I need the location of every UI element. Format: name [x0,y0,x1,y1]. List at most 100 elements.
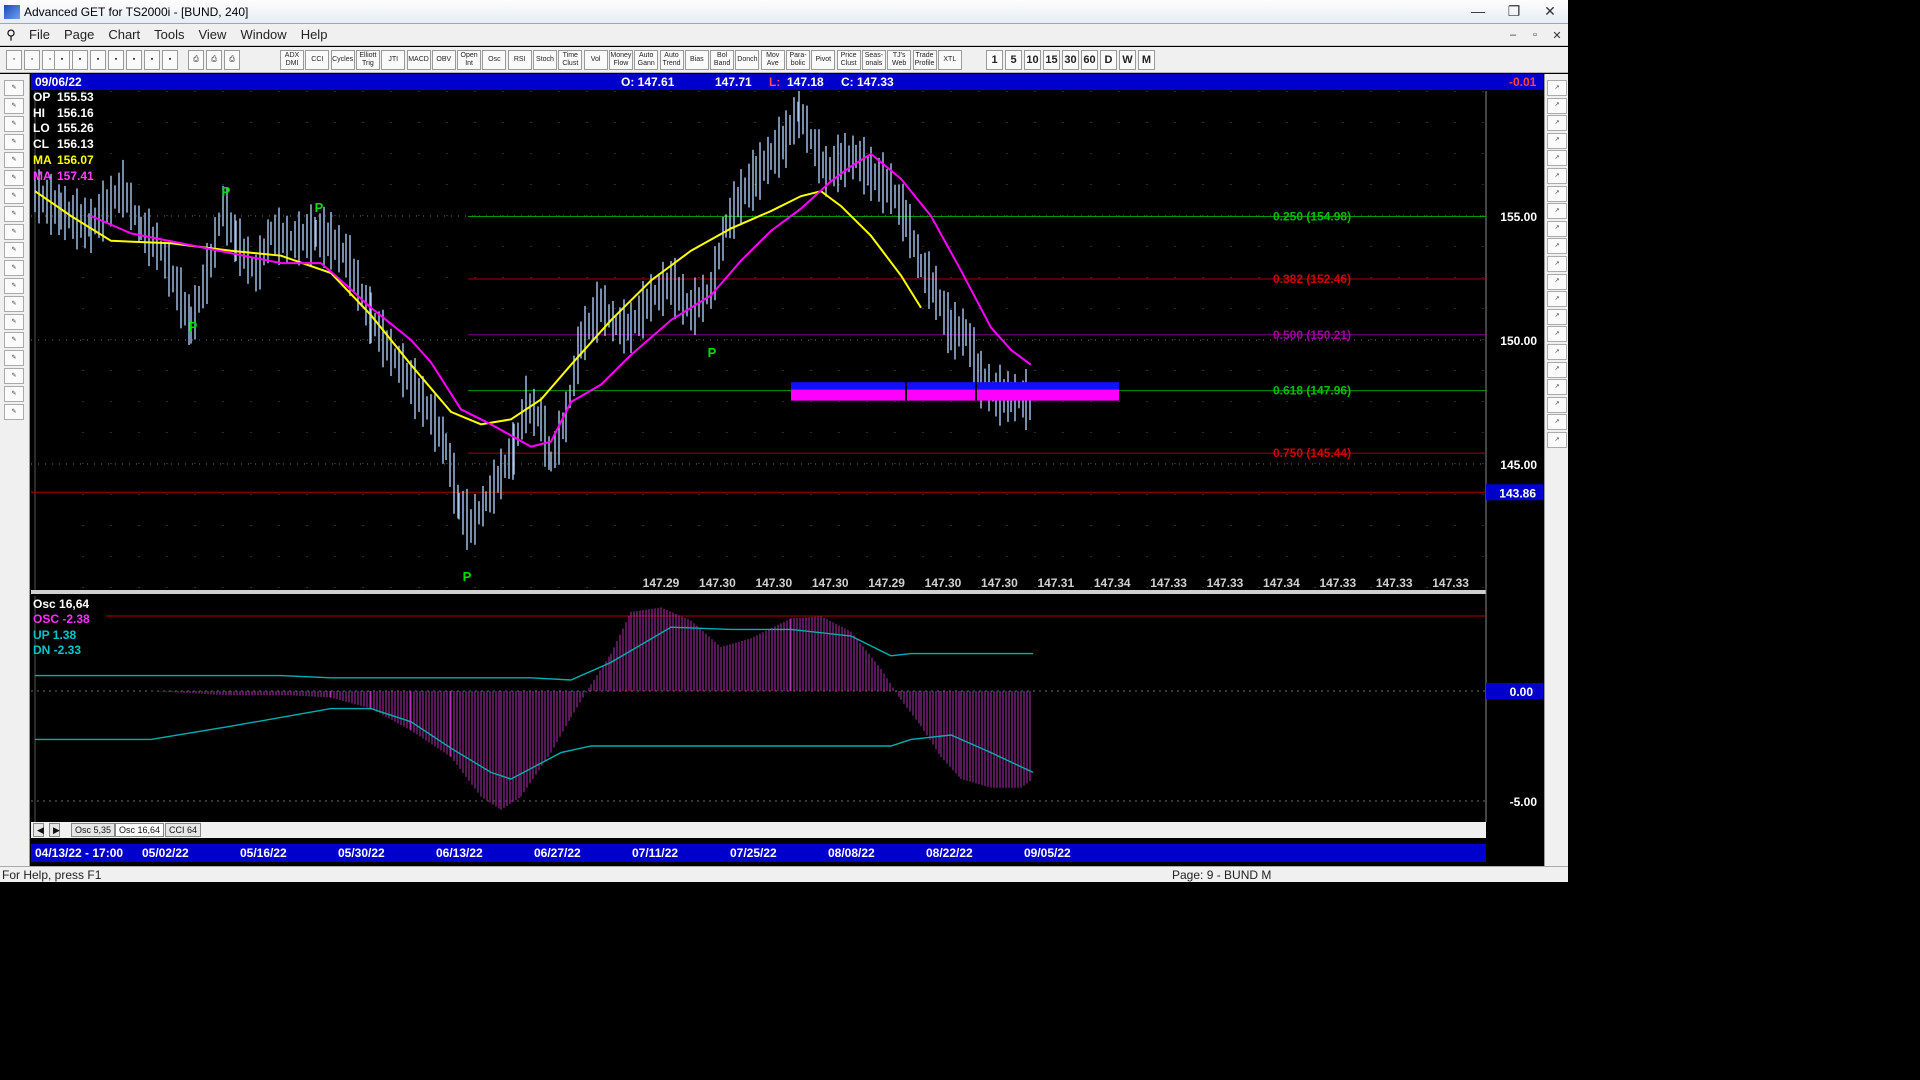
right-tool-icon[interactable]: ↗ [1547,168,1567,184]
tool-print-icon[interactable]: ⎙ [224,50,240,70]
minimize-icon[interactable]: — [1460,0,1496,22]
tool-open-icon[interactable]: ▫ [6,50,22,70]
right-tool-icon[interactable]: ↗ [1547,379,1567,396]
study-button-1[interactable]: CCI [305,50,330,70]
mdi-close-icon[interactable]: ✕ [1546,26,1568,44]
right-tool-icon[interactable]: ↗ [1547,256,1567,272]
left-tool-icon[interactable]: ✎ [4,296,24,312]
right-tool-icon[interactable]: ↗ [1547,80,1567,96]
menu-page[interactable]: Page [57,27,101,42]
document-icon[interactable]: ⚲ [0,27,22,43]
right-tool-icon[interactable]: ↗ [1547,150,1567,167]
interval-button-1[interactable]: 1 [986,50,1003,70]
tab-cci-64[interactable]: CCI 64 [165,823,202,837]
study-button-21[interactable]: Pivot [811,50,836,70]
interval-button-15[interactable]: 15 [1043,50,1060,70]
restore-icon[interactable]: ❐ [1496,0,1532,22]
study-button-8[interactable]: Osc [482,50,507,70]
right-tool-icon[interactable]: ↗ [1547,203,1567,220]
interval-button-30[interactable]: 30 [1062,50,1079,70]
tool-print-icon[interactable]: ⎙ [188,50,204,70]
interval-button-10[interactable]: 10 [1024,50,1041,70]
left-tool-icon[interactable]: ✎ [4,314,24,330]
right-tool-icon[interactable]: ↗ [1547,414,1567,431]
close-icon[interactable]: ✕ [1532,0,1568,22]
study-button-12[interactable]: Vol [583,50,608,70]
left-tool-icon[interactable]: ✎ [4,116,24,132]
right-tool-icon[interactable]: ↗ [1547,185,1567,202]
tool-help-icon[interactable]: ▪ [162,50,178,70]
tab-scroll-left-icon[interactable]: ◀ [33,823,44,837]
tool-print-icon[interactable]: ▪ [54,50,70,70]
right-tool-icon[interactable]: ↗ [1547,432,1567,448]
tool-copy-icon[interactable]: ▪ [90,50,106,70]
left-tool-icon[interactable]: ✎ [4,170,24,186]
right-tool-icon[interactable]: ↗ [1547,291,1567,308]
tool-zoom-icon[interactable]: ▪ [126,50,142,70]
study-button-10[interactable]: Stoch [533,50,557,70]
study-button-25[interactable]: Trade Profile [912,50,937,70]
study-button-15[interactable]: Auto Trend [659,50,684,70]
menu-window[interactable]: Window [233,27,293,42]
interval-button-W[interactable]: W [1119,50,1136,70]
study-button-16[interactable]: Bias [684,50,709,70]
left-tool-icon[interactable]: ✎ [4,350,24,366]
study-button-7[interactable]: Open Int [457,50,482,70]
study-button-0[interactable]: ADX DMI [280,50,304,70]
menu-help[interactable]: Help [294,27,335,42]
right-tool-icon[interactable]: ↗ [1547,396,1567,413]
tool-paste-icon[interactable]: ▪ [108,50,124,70]
right-tool-icon[interactable]: ↗ [1547,238,1567,255]
tool-save-icon[interactable]: ▫ [24,50,40,70]
right-tool-icon[interactable]: ↗ [1547,220,1567,237]
right-tool-icon[interactable]: ↗ [1547,132,1567,149]
study-button-20[interactable]: Para- bolic [786,50,810,70]
study-button-22[interactable]: Price Clust [836,50,861,70]
interval-button-5[interactable]: 5 [1005,50,1022,70]
tool-info-icon[interactable]: ▪ [144,50,160,70]
study-button-19[interactable]: Mov Ave [760,50,785,70]
left-tool-icon[interactable]: ✎ [4,260,24,276]
right-tool-icon[interactable]: ↗ [1547,97,1567,114]
left-tool-icon[interactable]: ✎ [4,188,24,204]
menu-tools[interactable]: Tools [147,27,191,42]
study-button-13[interactable]: Money Flow [608,50,633,70]
study-button-14[interactable]: Auto Gann [634,50,659,70]
left-tool-icon[interactable]: ✎ [4,224,24,240]
left-tool-icon[interactable]: ✎ [4,80,24,96]
tab-scroll-right-icon[interactable]: ▶ [49,823,60,837]
study-button-11[interactable]: Time Clust [558,50,583,70]
study-button-24[interactable]: TJ's Web [887,50,912,70]
study-button-23[interactable]: Seas- onals [861,50,886,70]
study-button-26[interactable]: XTL [937,50,962,70]
study-button-4[interactable]: JTI [381,50,406,70]
study-button-17[interactable]: Bol Band [710,50,735,70]
left-tool-icon[interactable]: ✎ [4,206,24,222]
right-tool-icon[interactable]: ↗ [1547,361,1567,378]
study-button-2[interactable]: Cycles [330,50,355,70]
study-button-3[interactable]: Elliott Trig [355,50,380,70]
menu-file[interactable]: File [22,27,57,42]
right-tool-icon[interactable]: ↗ [1547,115,1567,132]
chart-area[interactable]: 0.250 (154.98) 0.382 (152.46) 0.500 (150.2… [31,91,1543,822]
tool-cut-icon[interactable]: ▪ [72,50,88,70]
interval-button-D[interactable]: D [1100,50,1117,70]
study-button-6[interactable]: OBV [431,50,456,70]
left-tool-icon[interactable]: ✎ [4,134,24,150]
left-tool-icon[interactable]: ✎ [4,332,24,348]
study-button-9[interactable]: RSI [507,50,532,70]
left-tool-icon[interactable]: ✎ [4,98,24,114]
study-button-5[interactable]: MACD [406,50,431,70]
menu-chart[interactable]: Chart [101,27,147,42]
left-tool-icon[interactable]: ✎ [4,278,24,294]
left-tool-icon[interactable]: ✎ [4,386,24,402]
study-button-18[interactable]: Donch [735,50,760,70]
interval-button-60[interactable]: 60 [1081,50,1098,70]
tool-print-icon[interactable]: ⎙ [206,50,222,70]
tab-osc-16-64[interactable]: Osc 16,64 [115,823,165,837]
mdi-restore-icon[interactable]: ▫ [1524,26,1546,44]
right-tool-icon[interactable]: ↗ [1547,344,1567,360]
right-tool-icon[interactable]: ↗ [1547,273,1567,290]
right-tool-icon[interactable]: ↗ [1547,308,1567,325]
tab-osc-5-35[interactable]: Osc 5,35 [71,823,116,837]
